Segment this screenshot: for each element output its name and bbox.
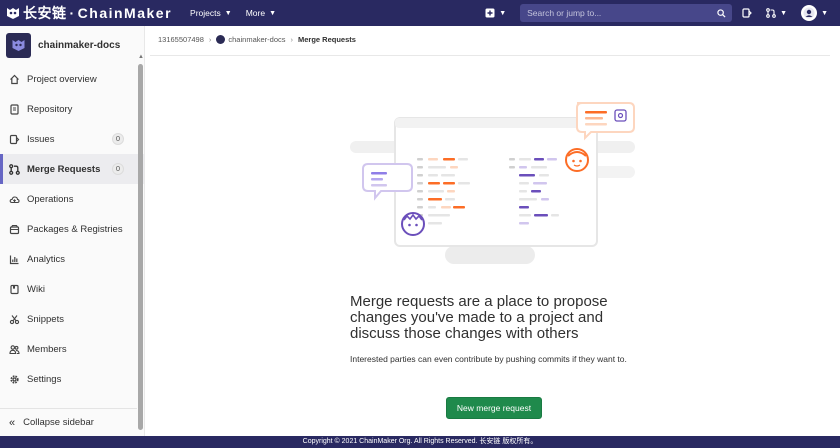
issues-shortcut[interactable] <box>742 8 752 18</box>
plus-square-icon <box>485 8 495 18</box>
chart-icon <box>9 255 19 264</box>
sidebar-item-label: Wiki <box>27 283 45 295</box>
sidebar-item-label: Repository <box>27 103 73 115</box>
chevron-down-icon: ▼ <box>224 9 232 17</box>
user-avatar <box>801 5 818 21</box>
user-menu[interactable]: ▼ <box>801 5 828 21</box>
sidebar-item-label: Analytics <box>27 253 66 265</box>
double-chevron-left-icon: « <box>9 416 16 429</box>
sidebar-item-wiki[interactable]: Wiki <box>0 274 144 304</box>
brand-dot: · <box>69 5 75 21</box>
chevron-right-icon: › <box>290 35 294 44</box>
chainmaker-logo-icon <box>7 7 19 19</box>
chevron-right-icon: › <box>208 35 212 44</box>
chevron-down-icon: ▼ <box>499 9 507 17</box>
new-merge-request-button[interactable]: New merge request <box>446 397 542 419</box>
sidebar-item-snippets[interactable]: Snippets <box>0 304 144 334</box>
project-avatar-icon <box>216 35 226 44</box>
nav-more-label: More <box>245 8 266 18</box>
issues-count-badge: 0 <box>111 133 124 145</box>
sidebar-item-issues[interactable]: Issues 0 <box>0 124 144 154</box>
nav-projects-label: Projects <box>190 8 221 18</box>
search-input[interactable] <box>527 8 698 18</box>
scroll-up-arrow-icon[interactable]: ▲ <box>138 54 144 60</box>
sidebar-item-merge-requests[interactable]: Merge Requests 0 <box>0 154 144 184</box>
sidebar-item-project-overview[interactable]: Project overview <box>0 64 144 94</box>
footer-copyright: Copyright © 2021 ChainMaker Org. All Rig… <box>302 438 538 445</box>
chevron-down-icon: ▼ <box>269 9 276 17</box>
project-avatar <box>6 32 31 58</box>
new-dropdown-button[interactable]: ▼ <box>485 8 506 18</box>
sidebar-item-label: Merge Requests <box>27 163 101 175</box>
doc-icon <box>10 103 19 115</box>
breadcrumb: 13165507498 › chainmaker-docs › Merge Re… <box>158 35 356 44</box>
empty-state-description: Interested parties can even contribute b… <box>350 354 627 364</box>
issues-icon <box>742 8 752 18</box>
collapse-sidebar-button[interactable]: « Collapse sidebar <box>0 408 137 436</box>
sidebar-item-label: Issues <box>27 133 55 145</box>
scissors-icon <box>9 314 20 324</box>
book-icon <box>10 284 19 294</box>
breadcrumb-project[interactable]: chainmaker-docs <box>228 35 285 44</box>
topbar-right: ▼ ▼ <box>485 0 840 26</box>
sidebar-item-repository[interactable]: Repository <box>0 94 144 124</box>
merge-requests-count-badge: 0 <box>111 163 124 175</box>
search-box[interactable] <box>520 4 733 22</box>
gear-icon <box>10 374 19 384</box>
sidebar-item-label: Settings <box>27 373 62 385</box>
package-icon <box>9 224 20 234</box>
collapse-sidebar-label: Collapse sidebar <box>23 417 94 428</box>
sidebar-item-members[interactable]: Members <box>0 334 144 364</box>
search-icon[interactable] <box>717 8 726 18</box>
avatar-icon <box>803 7 815 19</box>
sidebar-item-packages-registries[interactable]: Packages & Registries <box>0 214 144 244</box>
brand-logo[interactable]: 长安链 · ChainMaker <box>6 3 172 23</box>
merge-request-icon <box>766 8 776 18</box>
brand-cn: 长安链 <box>23 5 67 21</box>
chevron-down-icon: ▼ <box>821 9 828 17</box>
project-header[interactable]: chainmaker-docs <box>0 26 144 64</box>
chevron-down-icon: ▼ <box>780 9 788 17</box>
sidebar-item-analytics[interactable]: Analytics <box>0 244 144 274</box>
sidebar-item-settings[interactable]: Settings <box>0 364 144 394</box>
users-icon <box>9 344 20 354</box>
sidebar-item-label: Snippets <box>27 313 64 325</box>
home-icon <box>10 74 19 84</box>
empty-state-title: Merge requests are a place to propose ch… <box>350 293 608 342</box>
sidebar-item-label: Operations <box>27 193 74 205</box>
breadcrumb-group[interactable]: 13165507498 <box>158 35 204 44</box>
sidebar-item-label: Members <box>27 343 67 355</box>
merge-requests-shortcut[interactable]: ▼ <box>766 8 787 18</box>
sidebar-item-label: Project overview <box>27 73 97 85</box>
breadcrumb-current[interactable]: Merge Requests <box>298 35 356 44</box>
issues-icon <box>9 134 20 144</box>
nav-projects-dropdown[interactable]: Projects ▼ <box>190 8 232 18</box>
top-navbar: 长安链 · ChainMaker Projects ▼ More ▼ ▼ Sea… <box>0 0 840 26</box>
cloud-icon <box>9 195 20 203</box>
footer: Copyright © 2021 ChainMaker Org. All Rig… <box>0 436 840 448</box>
sidebar-scrollbar-thumb[interactable] <box>138 64 143 430</box>
breadcrumb-divider <box>150 55 830 56</box>
project-sidebar: chainmaker-docs Project overview Reposit… <box>0 26 145 436</box>
nav-more-dropdown[interactable]: More ▼ <box>246 8 276 18</box>
brand-en: ChainMaker <box>77 5 173 21</box>
project-name: chainmaker-docs <box>38 39 121 51</box>
merge-requests-empty-illustration <box>350 102 635 264</box>
merge-request-icon <box>9 163 20 175</box>
sidebar-item-label: Packages & Registries <box>27 223 123 235</box>
chainmaker-logo-icon <box>12 39 25 51</box>
sidebar-item-operations[interactable]: Operations <box>0 184 144 214</box>
